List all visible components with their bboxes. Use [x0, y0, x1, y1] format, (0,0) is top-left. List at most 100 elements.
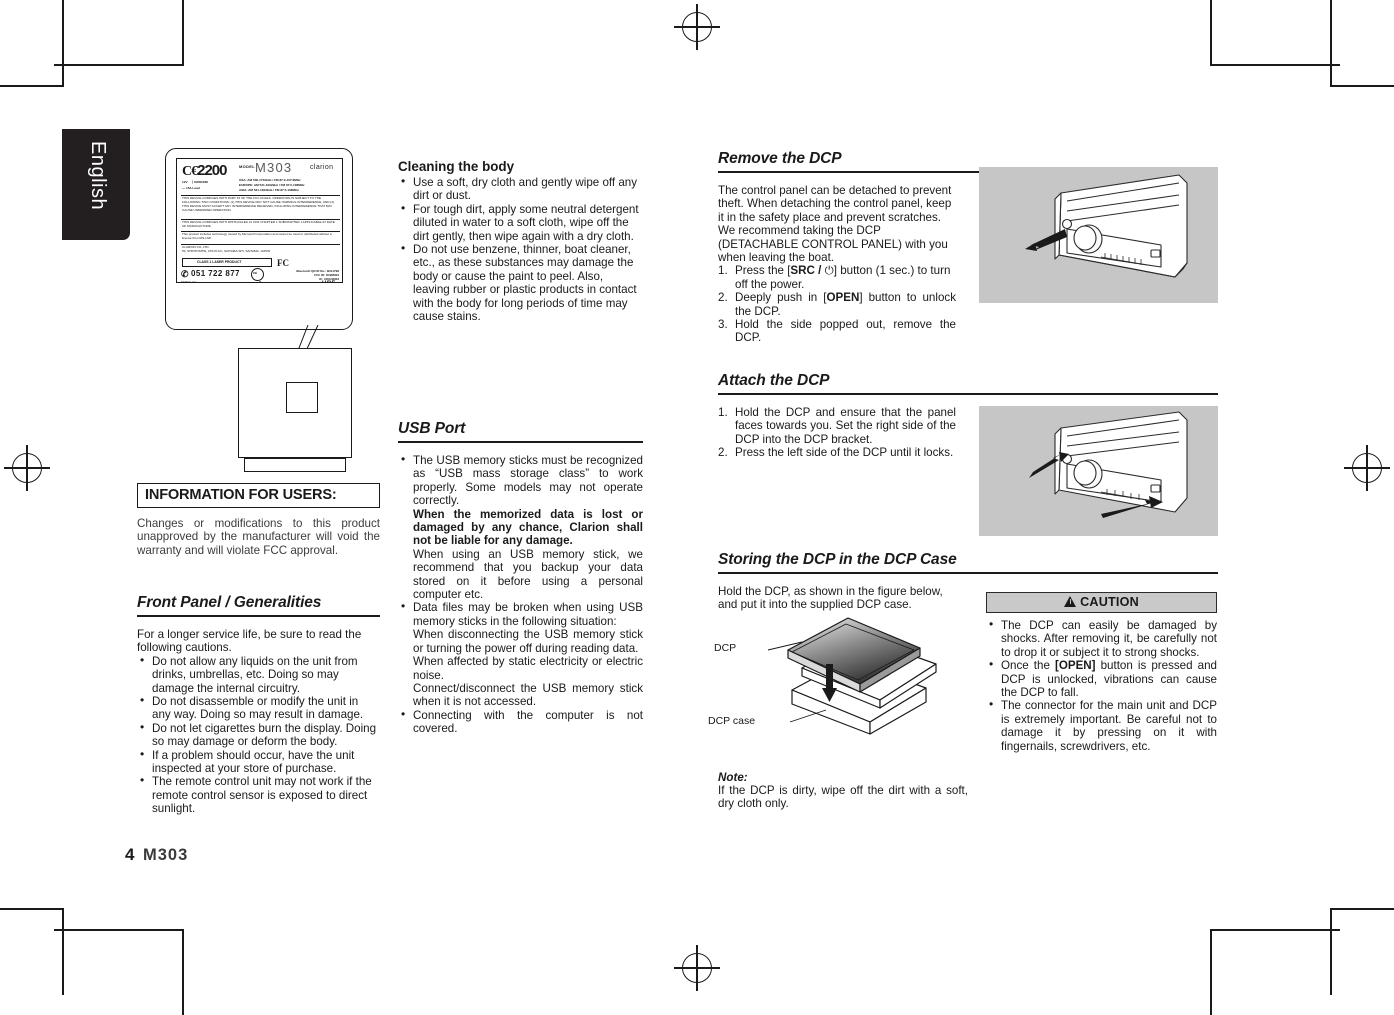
list-item: Connecting with the computer is not cove… [398, 708, 643, 736]
label-fcc-statement: THIS DEVICE COMPLIES WITH PART 15 OF THE… [182, 196, 335, 212]
list-item: Once the [OPEN] button is pressed and DC… [986, 658, 1217, 699]
list-item: Data files may be broken when using USB … [398, 600, 643, 709]
list-item: Do not let cigarettes burn the display. … [137, 721, 380, 749]
usb-port-section: USB Port The USB memory sticks must be r… [398, 420, 643, 736]
crop-mark [182, 930, 184, 1015]
storing-dcp-section: Storing the DCP in the DCP Case Hold the… [718, 551, 1218, 612]
storing-dcp-heading: Storing the DCP in the DCP Case [718, 551, 1218, 574]
note-text: If the DCP is dirty, wipe off the dirt w… [718, 784, 968, 811]
attach-dcp-section: Attach the DCP Hold the DCP and ensure t… [718, 372, 1218, 460]
cleaning-bullet-list: Use a soft, dry cloth and gently wipe of… [398, 175, 643, 323]
language-tab-label: English [87, 141, 109, 211]
crop-mark [1330, 908, 1332, 995]
attach-dcp-heading-rule [718, 393, 1218, 396]
usb-bullet2-para2: When disconnecting the USB memory stick … [413, 628, 643, 655]
registration-mark-bottom [674, 945, 720, 991]
crop-mark [62, 0, 64, 87]
label-ground: GROUND [194, 180, 208, 184]
list-item: The connector for the main unit and DCP … [986, 698, 1217, 753]
list-item: Hold the DCP and ensure that the panel f… [718, 406, 956, 446]
front-panel-intro: For a longer service life, be sure to re… [137, 628, 362, 655]
unit-label-location-box [286, 382, 318, 413]
usb-port-bullet-list: The USB memory sticks must be recognized… [398, 453, 643, 736]
dcp-case-figure: DCP DCP case [708, 612, 950, 747]
label-urf: URF [322, 281, 336, 282]
front-panel-heading: Front Panel / Generalities [137, 594, 380, 617]
caution-header: CAUTION [986, 592, 1217, 613]
remove-dcp-para2a: We recommend taking the DCP [718, 224, 881, 238]
label-model-word: MODEL [239, 164, 255, 169]
information-for-users-title: INFORMATION FOR USERS: [145, 487, 337, 503]
information-for-users-text: Changes or modifications to this product… [137, 517, 380, 557]
attach-dcp-illustration [979, 406, 1218, 536]
label-model-name: M303 [255, 160, 293, 175]
label-license-statement: This product includes technology owned b… [182, 232, 332, 240]
label-voltage: 12V [182, 180, 188, 184]
dcp-case-drawing [767, 617, 937, 735]
crop-mark [182, 0, 184, 65]
list-item: If a problem should occur, have the unit… [137, 748, 380, 776]
label-laser-class: CLASS 1 LASER PRODUCT [197, 259, 242, 264]
attach-dcp-heading: Attach the DCP [718, 372, 1218, 395]
list-item: Do not allow any liquids on the unit fro… [137, 654, 380, 695]
dcp-case-leader-line [789, 709, 827, 723]
crop-mark [1210, 929, 1340, 931]
remove-dcp-illustration [979, 167, 1218, 303]
warning-triangle-icon [1064, 596, 1077, 607]
usb-bullet2-para3: When affected by static electricity or e… [413, 655, 643, 682]
front-panel-bullet-list: Do not allow any liquids on the unit fro… [137, 654, 380, 816]
crop-mark [54, 64, 184, 66]
list-item: The USB memory sticks must be recognized… [398, 453, 643, 602]
unit-base-outline [244, 458, 346, 472]
caution-b2-key: [OPEN] [1054, 659, 1096, 673]
caution-title: CAUTION [1080, 595, 1139, 609]
information-for-users-section: INFORMATION FOR USERS: Changes or modifi… [137, 483, 380, 557]
dcp-case-callout-label: DCP case [708, 715, 756, 727]
usb-port-heading: USB Port [398, 420, 643, 443]
usb-bullet1-para3: When using an USB memory stick, we recom… [413, 547, 643, 602]
remove-dcp-section: Remove the DCP The control panel can be … [718, 150, 1218, 345]
label-fc-mark: FC [277, 258, 289, 268]
list-item: Hold the side popped out, remove the DCP… [718, 318, 956, 345]
registration-mark-top [674, 4, 720, 50]
list-item: The remote control unit may not work if … [137, 774, 380, 815]
crop-mark [62, 908, 64, 995]
product-label-illustration: C€2200 MODEL M303 clarion 12V ⎹ GROUND ⎯… [165, 148, 353, 330]
list-item: Press the left side of the DCP until it … [718, 446, 954, 460]
label-dhhs-statement: THIS DEVICE COMPLIES WITH DHHS RULES 21 … [182, 220, 335, 228]
caution-b2-pre: Once the [1001, 659, 1055, 673]
cleaning-the-body-section: Cleaning the body Use a soft, dry cloth … [398, 159, 643, 323]
label-phone: 051 722 877 [191, 269, 240, 278]
list-item: Press the [SRC / ⏻] button (1 sec.) to t… [718, 264, 956, 291]
page-number: 4 [125, 845, 135, 864]
storing-dcp-heading-rule [718, 572, 1218, 575]
label-band-asia: ASIA: AM 531-1602kHz / FM 87.5-108MHz [239, 188, 299, 192]
storing-dcp-intro: Hold the DCP, as shown in the figure bel… [718, 585, 943, 612]
remove-step1-pre: Press the [ [735, 264, 791, 278]
crop-mark [0, 85, 62, 87]
list-item: Deeply push in [OPEN] button to unlock t… [718, 291, 956, 318]
attach-dcp-drawing [1029, 411, 1188, 518]
crop-mark [1330, 0, 1332, 87]
dcp-callout-label: DCP [714, 642, 737, 654]
list-item: Use a soft, dry cloth and gently wipe of… [398, 175, 643, 203]
crop-mark [1332, 85, 1394, 87]
crop-mark [1210, 930, 1212, 1015]
remove-dcp-steps: Press the [SRC / ⏻] button (1 sec.) to t… [718, 264, 956, 344]
power-icon: ⏻ [824, 264, 834, 278]
list-item: For tough dirt, apply some neutral deter… [398, 202, 643, 243]
label-address: 50, SHINTOSHIN, CHUO-KU, SAITAMA-SHI, SA… [182, 249, 271, 253]
crop-mark [1332, 908, 1394, 910]
caution-bullet-list: The DCP can easily be damaged by shocks.… [986, 618, 1217, 753]
remove-step2-pre: Deeply push in [ [735, 291, 827, 305]
remove-dcp-para2b: (DETACHABLE CONTROL PANEL) with you when… [718, 237, 948, 265]
registration-mark-right [1344, 445, 1390, 491]
remove-dcp-drawing [1025, 174, 1188, 278]
label-fuse: 15A Load [185, 186, 200, 190]
registration-mark-left [4, 445, 50, 491]
crop-mark [1210, 64, 1340, 66]
usb-bullet2-para4: Connect/disconnect the USB memory stick … [413, 681, 643, 709]
label-brand: clarion [310, 164, 334, 171]
remove-dcp-para1: The control panel can be detached to pre… [718, 184, 952, 224]
note-title: Note: [718, 771, 748, 784]
